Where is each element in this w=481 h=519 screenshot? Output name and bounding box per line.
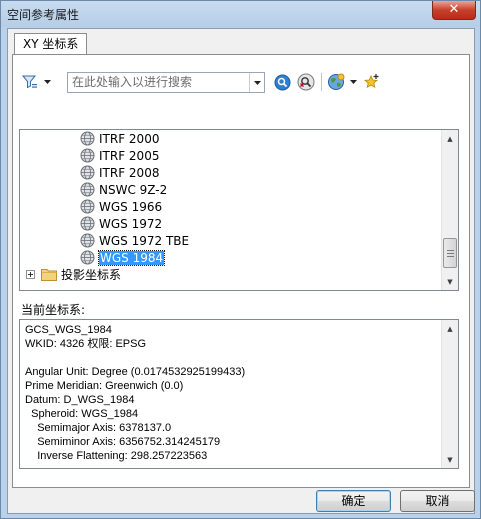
tree-item-label: ITRF 2000 xyxy=(99,131,160,146)
tree-item[interactable]: ITRF 2005 xyxy=(80,147,159,164)
tree-item-label: WGS 1966 xyxy=(99,199,163,214)
dialog-window: 空间参考属性 ✕ XY 坐标系 在此处输入以进行搜索 ITRF 2000 ITR… xyxy=(0,0,481,519)
expand-icon[interactable] xyxy=(26,270,35,279)
globe-add-icon[interactable] xyxy=(325,71,347,93)
search-dropdown-icon[interactable] xyxy=(249,73,264,92)
scroll-up-icon[interactable]: ▲ xyxy=(442,320,458,337)
favorite-add-icon[interactable] xyxy=(361,71,383,93)
current-coordinate-system-label: 当前坐标系: xyxy=(21,303,86,317)
chevron-down-icon[interactable] xyxy=(41,71,53,93)
tree-item-label: ITRF 2005 xyxy=(99,148,160,163)
coordinate-system-tree[interactable]: ITRF 2000 ITRF 2005 ITRF 2008 NSWC 9Z-2 WGS … xyxy=(19,129,459,291)
tree-item[interactable]: NSWC 9Z-2 xyxy=(80,181,167,198)
scroll-down-icon[interactable]: ▼ xyxy=(442,451,458,468)
globe-icon xyxy=(80,182,99,197)
chevron-down-icon[interactable] xyxy=(347,71,359,93)
current-coordinate-system-details[interactable]: GCS_WGS_1984 WKID: 4326 权限: EPSG Angular… xyxy=(19,319,459,469)
tree-scrollbar[interactable]: ▲ ▼ xyxy=(441,130,458,290)
filter-icon[interactable] xyxy=(19,71,41,93)
search-icon[interactable] xyxy=(271,71,293,93)
globe-icon xyxy=(80,250,99,265)
scroll-up-icon[interactable]: ▲ xyxy=(442,130,458,147)
globe-icon xyxy=(80,165,99,180)
tree-item-label: NSWC 9Z-2 xyxy=(99,182,168,197)
search-input[interactable]: 在此处输入以进行搜索 xyxy=(67,72,265,93)
globe-icon xyxy=(80,199,99,214)
toolbar: 在此处输入以进行搜索 xyxy=(19,69,465,95)
tree-item[interactable]: WGS 1984 xyxy=(80,249,166,266)
tab-xy-coordinate-system[interactable]: XY 坐标系 xyxy=(14,33,88,55)
tree-item[interactable]: WGS 1972 xyxy=(80,215,162,232)
tree-item-label: WGS 1972 xyxy=(99,216,163,231)
details-text: GCS_WGS_1984 WKID: 4326 权限: EPSG Angular… xyxy=(25,324,246,462)
globe-icon xyxy=(80,233,99,248)
tree-item-label: WGS 1972 TBE xyxy=(99,233,190,248)
scroll-thumb[interactable] xyxy=(443,238,457,268)
globe-icon xyxy=(80,131,99,146)
close-button[interactable]: ✕ xyxy=(432,1,476,20)
tree-item[interactable]: ITRF 2008 xyxy=(80,164,159,181)
cancel-button[interactable]: 取消 xyxy=(400,490,475,512)
title-bar[interactable]: 空间参考属性 ✕ xyxy=(1,1,480,27)
clear-search-icon[interactable] xyxy=(295,71,317,93)
tree-item[interactable]: ITRF 2000 xyxy=(80,130,159,147)
tree-folder-projected[interactable]: 投影坐标系 xyxy=(26,266,121,283)
tree-folder-label: 投影坐标系 xyxy=(61,268,122,282)
folder-icon xyxy=(41,269,57,281)
search-placeholder: 在此处输入以进行搜索 xyxy=(72,75,193,89)
globe-icon xyxy=(80,216,99,231)
details-scrollbar[interactable]: ▲ ▼ xyxy=(441,320,458,468)
tree-item[interactable]: WGS 1972 TBE xyxy=(80,232,189,249)
tree-item[interactable]: WGS 1966 xyxy=(80,198,162,215)
tree-item-label: ITRF 2008 xyxy=(99,165,160,180)
scroll-down-icon[interactable]: ▼ xyxy=(442,273,458,290)
tree-item-label: WGS 1984 xyxy=(97,249,166,266)
ok-button[interactable]: 确定 xyxy=(316,490,391,512)
toolbar-separator xyxy=(321,73,322,91)
tab-panel: 在此处输入以进行搜索 ITRF 2000 ITRF 2005 ITRF 2008… xyxy=(12,54,470,488)
close-icon: ✕ xyxy=(448,2,460,17)
window-title: 空间参考属性 xyxy=(7,8,80,22)
dialog-client: XY 坐标系 在此处输入以进行搜索 ITRF 2000 ITRF 2005 IT… xyxy=(7,28,475,514)
globe-icon xyxy=(80,148,99,163)
